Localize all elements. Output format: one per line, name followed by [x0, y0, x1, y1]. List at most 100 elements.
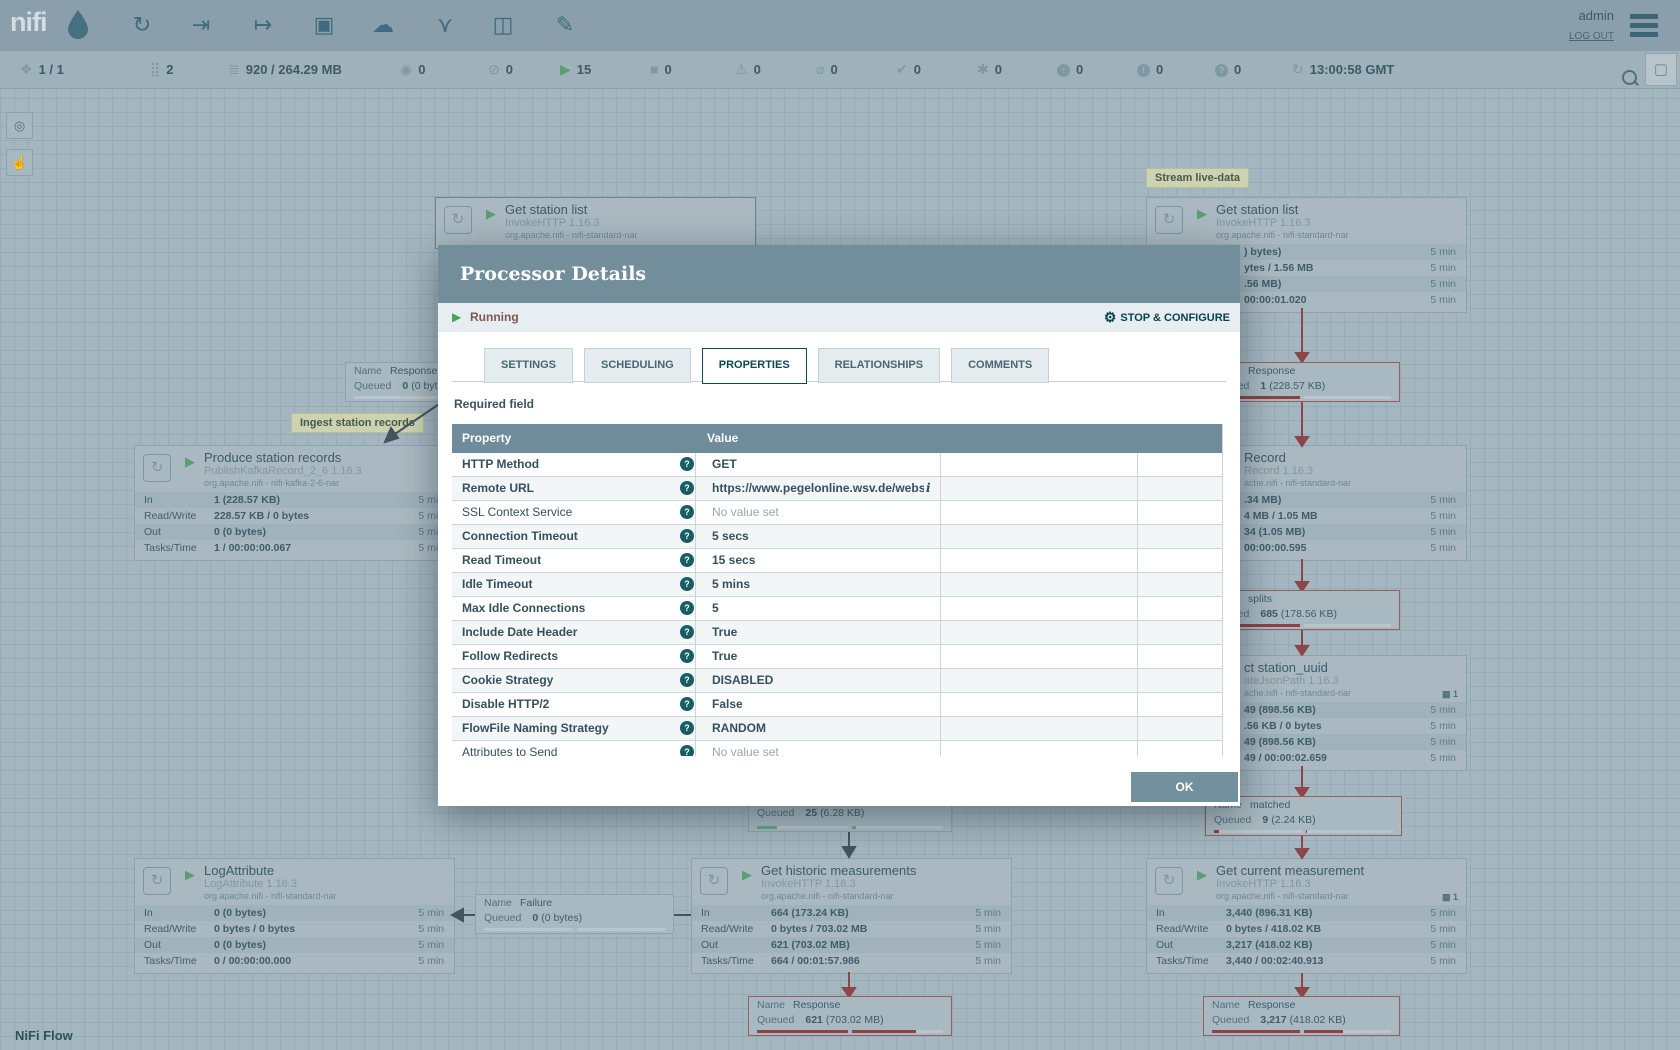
column-divider — [1137, 453, 1138, 756]
stale-icon: ↑ — [1057, 64, 1070, 77]
property-row: HTTP Method? GET — [452, 453, 1222, 477]
not-transmitting-icon: ⊘ — [488, 61, 500, 77]
queued-icon: ≣ — [228, 61, 240, 77]
help-icon[interactable]: ? — [680, 481, 694, 495]
property-row: Cookie Strategy? DISABLED — [452, 669, 1222, 693]
cluster-icon: ❖ — [20, 61, 33, 77]
status-bar: ❖1 / 1 ⣿2 ≣920 / 264.29 MB ◉0 ⊘0 ▶15 ■0 … — [0, 51, 1680, 89]
transmitting-icon: ◉ — [400, 61, 412, 77]
help-icon[interactable]: ? — [680, 697, 694, 711]
help-icon[interactable]: ? — [680, 745, 694, 756]
backpressure-bars — [757, 1030, 943, 1033]
top-toolbar: nifi ↻ ⇥ ↦ ▣ ☁ ⋎ ◫ ✎ admin LOG OUT — [0, 0, 1680, 51]
help-icon[interactable]: ? — [680, 649, 694, 663]
template-icon[interactable]: ◫ — [486, 10, 520, 40]
up-to-date-count: ✔0 — [896, 51, 921, 88]
stale-count: ↑0 — [1057, 51, 1083, 88]
stopped-count: ■0 — [650, 51, 672, 88]
backpressure-bars — [484, 928, 665, 931]
locally-modified-count: ✱0 — [977, 51, 1002, 88]
properties-table: Property Value HTTP Method? GET Remote U… — [452, 424, 1223, 756]
process-group-icon[interactable]: ▣ — [307, 10, 341, 40]
current-user: admin — [1579, 8, 1614, 23]
tab-scheduling[interactable]: SCHEDULING — [584, 348, 691, 383]
property-row: Max Idle Connections? 5 — [452, 597, 1222, 621]
property-row: Read Timeout? 15 secs — [452, 549, 1222, 573]
help-icon[interactable]: ? — [680, 529, 694, 543]
locally-modified-stale-count: !0 — [1137, 51, 1163, 88]
running-icon: ▶ — [560, 61, 571, 77]
help-icon[interactable]: ? — [680, 553, 694, 567]
dialog-status-bar: ▶ Running ⚙STOP & CONFIGURE — [438, 303, 1240, 332]
input-port-icon[interactable]: ⇥ — [184, 10, 218, 40]
settings-panel-button[interactable]: ▢ — [1645, 53, 1677, 86]
help-icon[interactable]: ? — [680, 577, 694, 591]
disabled-icon: ⌀ — [816, 61, 824, 77]
processor-icon[interactable]: ↻ — [125, 10, 159, 40]
property-row: Include Date Header? True — [452, 621, 1222, 645]
nifi-drop-icon — [66, 9, 90, 41]
navigate-palette-button[interactable]: ◎ — [6, 112, 33, 139]
sync-failure-count: ?0 — [1215, 51, 1241, 88]
last-refresh[interactable]: ↻13:00:58 GMT — [1292, 51, 1394, 88]
global-menu-icon[interactable] — [1630, 14, 1658, 41]
help-icon[interactable]: ? — [680, 457, 694, 471]
gear-icon: ⚙ — [1104, 309, 1117, 325]
property-row: Follow Redirects? True — [452, 645, 1222, 669]
transmitting-count: ◉0 — [400, 51, 425, 88]
sync-failure-icon: ? — [1215, 64, 1228, 77]
backpressure-bars — [1214, 830, 1393, 833]
invalid-count: ⚠0 — [735, 51, 761, 88]
funnel-icon[interactable]: ⋎ — [428, 10, 462, 40]
nifi-logo: nifi — [10, 7, 47, 38]
operate-palette-button[interactable]: ☝ — [6, 149, 33, 176]
cluster-status: ❖1 / 1 — [20, 51, 64, 88]
output-port-icon[interactable]: ↦ — [246, 10, 280, 40]
property-row-clipped: Attributes to Send? No value set — [452, 741, 1222, 756]
ok-button[interactable]: OK — [1131, 772, 1238, 802]
logout-link[interactable]: LOG OUT — [1569, 31, 1614, 42]
breadcrumb[interactable]: NiFi Flow — [15, 1028, 73, 1043]
info-icon[interactable]: i — [926, 477, 931, 500]
dialog-title: Processor Details — [438, 245, 1240, 303]
column-divider — [940, 453, 941, 756]
connection-response-bottom-right[interactable]: NameResponse Queued3,217(418.02 KB) — [1203, 996, 1400, 1036]
tab-comments[interactable]: COMMENTS — [951, 348, 1049, 383]
backpressure-bars — [757, 826, 943, 829]
remote-process-group-icon[interactable]: ☁ — [366, 10, 400, 40]
help-icon[interactable]: ? — [680, 601, 694, 615]
connection-queued-25[interactable]: Queued25(6.28 KB) — [748, 804, 952, 832]
threads-icon: ⣿ — [150, 61, 160, 77]
connection-failure[interactable]: NameFailure Queued0(0 bytes) — [475, 894, 674, 934]
running-icon: ▶ — [452, 303, 461, 332]
connection-response-bottom-left[interactable]: NameResponse Queued621(703.02 MB) — [748, 996, 952, 1036]
refresh-icon[interactable]: ↻ — [1292, 61, 1304, 77]
not-transmitting-count: ⊘0 — [488, 51, 513, 88]
required-field-label: Required field — [454, 397, 534, 411]
backpressure-bars — [1212, 1030, 1391, 1033]
property-row: Disable HTTP/2? False — [452, 693, 1222, 717]
properties-table-header: Property Value — [452, 424, 1222, 453]
stop-and-configure-button[interactable]: ⚙STOP & CONFIGURE — [1104, 303, 1230, 333]
help-icon[interactable]: ? — [680, 625, 694, 639]
locally-modified-stale-icon: ! — [1137, 64, 1150, 77]
disabled-count: ⌀0 — [816, 51, 838, 88]
property-row: SSL Context Service? No value set — [452, 501, 1222, 525]
label-icon[interactable]: ✎ — [548, 10, 582, 40]
help-icon[interactable]: ? — [680, 505, 694, 519]
help-icon[interactable]: ? — [680, 721, 694, 735]
dialog-tabs: SETTINGS SCHEDULING PROPERTIES RELATIONSHIP… — [484, 348, 1060, 384]
property-row: Connection Timeout? 5 secs — [452, 525, 1222, 549]
tab-settings[interactable]: SETTINGS — [484, 348, 573, 383]
processor-details-dialog: Processor Details ▶ Running ⚙STOP & CONF… — [438, 245, 1240, 806]
running-count: ▶15 — [560, 51, 591, 88]
tab-relationships[interactable]: RELATIONSHIPS — [818, 348, 940, 383]
up-to-date-icon: ✔ — [896, 61, 908, 77]
help-icon[interactable]: ? — [680, 673, 694, 687]
active-threads: ⣿2 — [150, 51, 174, 88]
search-icon — [1622, 70, 1637, 85]
run-status: Running — [470, 303, 519, 332]
search-button[interactable] — [1622, 62, 1637, 78]
stopped-icon: ■ — [650, 61, 658, 77]
tab-properties[interactable]: PROPERTIES — [702, 348, 807, 384]
